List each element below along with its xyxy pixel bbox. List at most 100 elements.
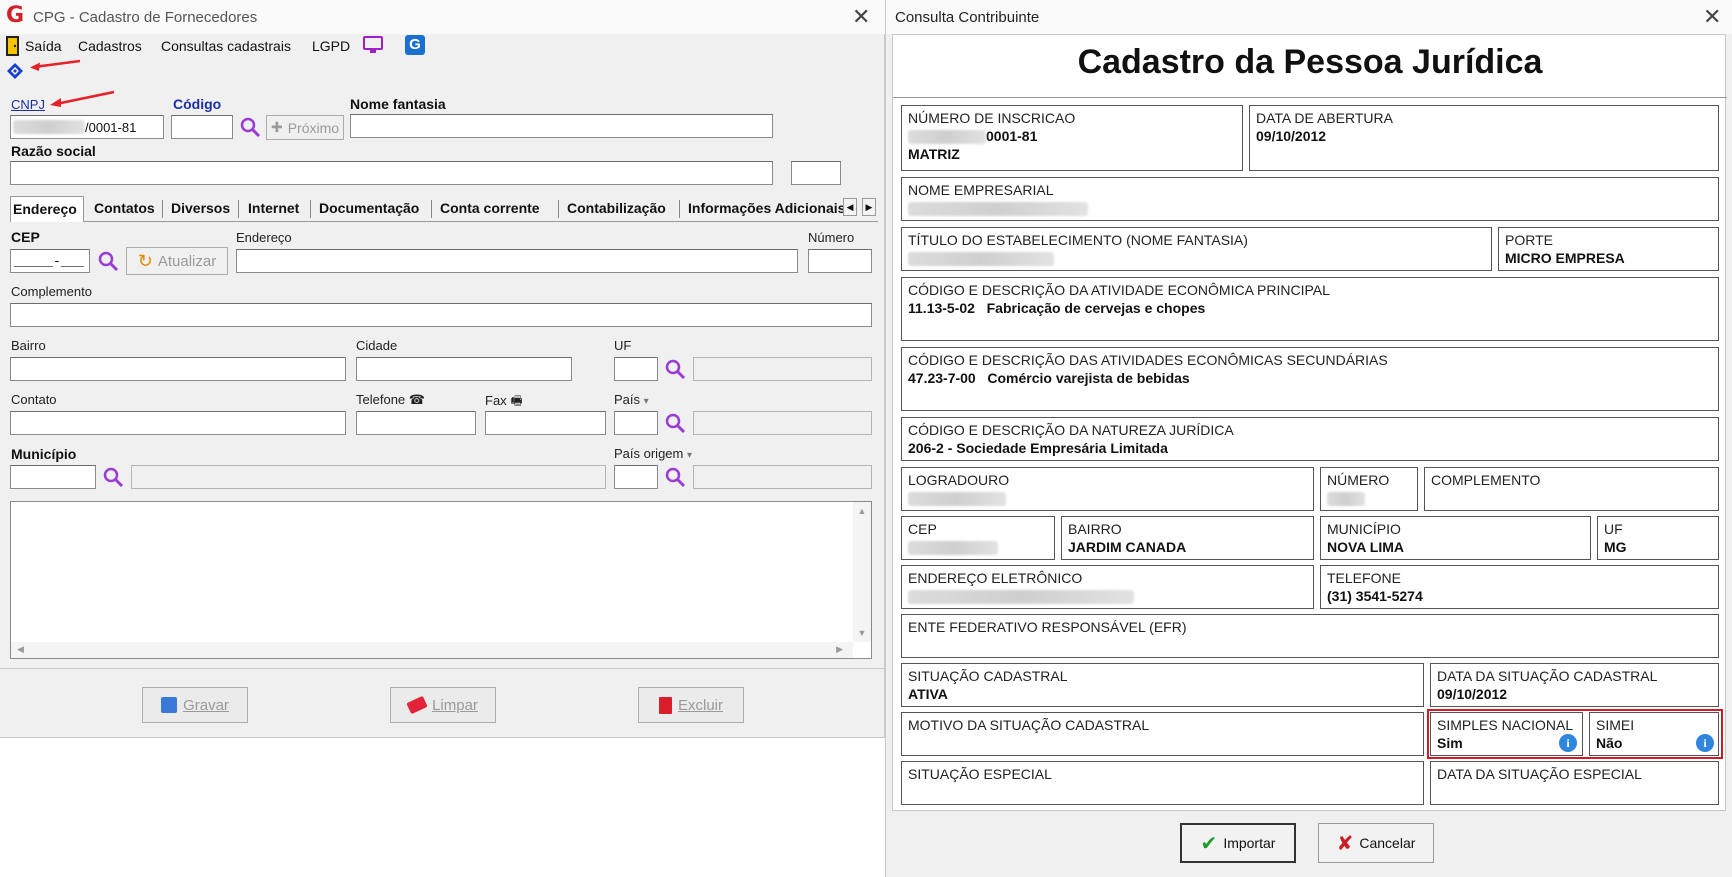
search-icon[interactable] bbox=[664, 358, 686, 380]
menu-lgpd[interactable]: LGPD bbox=[312, 38, 350, 54]
cep-input[interactable]: _____-___ bbox=[10, 249, 90, 273]
search-icon[interactable] bbox=[97, 250, 119, 272]
trash-icon bbox=[658, 696, 672, 714]
search-icon[interactable] bbox=[664, 412, 686, 434]
eraser-icon bbox=[406, 695, 428, 715]
data-situacao-value: 09/10/2012 bbox=[1437, 686, 1508, 702]
tab-scroll-right-icon[interactable]: ▶ bbox=[862, 198, 876, 216]
tab-separator bbox=[558, 200, 559, 218]
observacoes-textarea[interactable]: ▲ ▼ ◀ ▶ bbox=[10, 501, 872, 659]
atividade-principal-cell: CÓDIGO E DESCRIÇÃO DA ATIVIDADE ECONÔMIC… bbox=[901, 277, 1719, 341]
search-icon[interactable] bbox=[664, 466, 686, 488]
uf-cell: UF MG bbox=[1597, 516, 1719, 560]
porte-value: MICRO EMPRESA bbox=[1505, 250, 1625, 266]
municipio-input[interactable] bbox=[10, 465, 96, 489]
bairro-input[interactable] bbox=[10, 357, 346, 381]
situacao-cadastral-value: ATIVA bbox=[908, 686, 948, 702]
tab-contabilizacao[interactable]: Contabilização bbox=[567, 196, 666, 222]
pin-icon: ▾ bbox=[687, 450, 693, 461]
bairro-label: BAIRRO bbox=[1068, 521, 1122, 537]
porte-label: PORTE bbox=[1505, 232, 1553, 248]
tab-scroll-left-icon[interactable]: ◀ bbox=[843, 198, 857, 216]
titulo-estabelecimento-value bbox=[908, 250, 1485, 267]
telefone-input[interactable] bbox=[356, 411, 476, 435]
numero-input[interactable] bbox=[808, 249, 872, 273]
pais-input[interactable] bbox=[614, 411, 658, 435]
telefone-cell: TELEFONE (31) 3541-5274 bbox=[1320, 565, 1719, 609]
vertical-scrollbar[interactable]: ▲ ▼ bbox=[853, 502, 871, 642]
scroll-up-icon[interactable]: ▲ bbox=[853, 506, 871, 516]
razao-social-extra-input[interactable] bbox=[791, 161, 841, 185]
razao-social-label: Razão social bbox=[11, 143, 96, 159]
limpar-button[interactable]: Limpar bbox=[390, 687, 496, 723]
tab-diversos[interactable]: Diversos bbox=[171, 196, 230, 222]
municipio-label: MUNICÍPIO bbox=[1327, 521, 1401, 537]
numero-label: NÚMERO bbox=[1327, 472, 1390, 488]
cancelar-button[interactable]: ✘ Cancelar bbox=[1318, 823, 1434, 863]
monitor-icon[interactable] bbox=[362, 35, 384, 55]
plus-icon: ✚ bbox=[270, 119, 283, 135]
tab-contatos[interactable]: Contatos bbox=[94, 196, 155, 222]
menu-cadastros[interactable]: Cadastros bbox=[78, 38, 142, 54]
menu-saida[interactable]: Saída bbox=[25, 38, 62, 54]
scroll-right-icon[interactable]: ▶ bbox=[836, 644, 843, 655]
tab-separator bbox=[238, 200, 239, 218]
exit-door-icon[interactable] bbox=[6, 36, 20, 56]
proximo-button[interactable]: ✚ Próximo bbox=[266, 115, 344, 140]
tab-informacoes-adicionais[interactable]: Informações Adicionais bbox=[688, 196, 853, 222]
cnpj-input[interactable]: /0001-81 bbox=[10, 115, 164, 139]
pais-origem-input[interactable] bbox=[614, 465, 658, 489]
excluir-button[interactable]: Excluir bbox=[638, 687, 744, 723]
highlight-box bbox=[1427, 709, 1723, 759]
natureza-juridica-value: 206-2 - Sociedade Empresária Limitada bbox=[908, 440, 1168, 456]
endereco-input[interactable] bbox=[236, 249, 798, 273]
pin-icon: ▾ bbox=[643, 396, 649, 407]
horizontal-scrollbar[interactable]: ◀ ▶ bbox=[11, 642, 853, 658]
fax-input[interactable] bbox=[485, 411, 606, 435]
atividades-secundarias-cell: CÓDIGO E DESCRIÇÃO DAS ATIVIDADES ECONÔM… bbox=[901, 347, 1719, 411]
tab-conta-corrente[interactable]: Conta corrente bbox=[440, 196, 540, 222]
data-abertura-label: DATA DE ABERTURA bbox=[1256, 110, 1393, 126]
bairro-label: Bairro bbox=[11, 338, 46, 353]
tab-separator bbox=[431, 200, 432, 218]
logradouro-cell: LOGRADOURO bbox=[901, 467, 1314, 511]
numero-cell: NÚMERO bbox=[1320, 467, 1418, 511]
importar-button[interactable]: ✔ Importar bbox=[1180, 823, 1296, 863]
efr-label: ENTE FEDERATIVO RESPONSÁVEL (EFR) bbox=[908, 619, 1187, 635]
refresh-icon: ↻ bbox=[137, 250, 153, 271]
email-label: ENDEREÇO ELETRÔNICO bbox=[908, 570, 1083, 586]
annotation-arrow-icon bbox=[48, 90, 116, 108]
data-situacao-especial-label: DATA DA SITUAÇÃO ESPECIAL bbox=[1437, 766, 1642, 782]
search-icon[interactable] bbox=[239, 116, 261, 138]
pais-description-field bbox=[693, 411, 872, 435]
complemento-cell: COMPLEMENTO bbox=[1424, 467, 1719, 511]
codigo-input[interactable] bbox=[171, 115, 233, 139]
menu-consultas-cadastrais[interactable]: Consultas cadastrais bbox=[161, 38, 291, 54]
situacao-cadastral-cell: SITUAÇÃO CADASTRAL ATIVA bbox=[901, 663, 1424, 707]
tab-endereco[interactable]: Endereço bbox=[10, 196, 84, 222]
scroll-down-icon[interactable]: ▼ bbox=[853, 628, 871, 638]
data-situacao-label: DATA DA SITUAÇÃO CADASTRAL bbox=[1437, 668, 1658, 684]
g-app-icon[interactable]: G bbox=[405, 35, 425, 55]
check-icon: ✔ bbox=[1200, 831, 1218, 855]
complemento-input[interactable] bbox=[10, 303, 872, 327]
tab-documentacao[interactable]: Documentação bbox=[319, 196, 419, 222]
contato-input[interactable] bbox=[10, 411, 346, 435]
cnpj-link[interactable]: CNPJ bbox=[11, 97, 45, 112]
data-abertura-cell: DATA DE ABERTURA 09/10/2012 bbox=[1249, 105, 1719, 171]
uf-input[interactable] bbox=[614, 357, 658, 381]
scroll-left-icon[interactable]: ◀ bbox=[17, 644, 24, 655]
close-icon[interactable]: ✕ bbox=[1703, 7, 1721, 29]
situacao-especial-label: SITUAÇÃO ESPECIAL bbox=[908, 766, 1052, 782]
dialog-title: Consulta Contribuinte bbox=[895, 9, 1040, 26]
gravar-button[interactable]: Gravar bbox=[142, 687, 248, 723]
natureza-juridica-label: CÓDIGO E DESCRIÇÃO DA NATUREZA JURÍDICA bbox=[908, 422, 1234, 438]
tab-internet[interactable]: Internet bbox=[248, 196, 299, 222]
atualizar-button[interactable]: ↻ Atualizar bbox=[126, 247, 228, 275]
search-icon[interactable] bbox=[102, 466, 124, 488]
numero-inscricao-label: NÚMERO DE INSCRICAO bbox=[908, 110, 1076, 126]
close-icon[interactable]: ✕ bbox=[852, 7, 870, 29]
cidade-input[interactable] bbox=[356, 357, 572, 381]
nome-fantasia-input[interactable] bbox=[350, 114, 773, 138]
razao-social-input[interactable] bbox=[10, 161, 773, 185]
